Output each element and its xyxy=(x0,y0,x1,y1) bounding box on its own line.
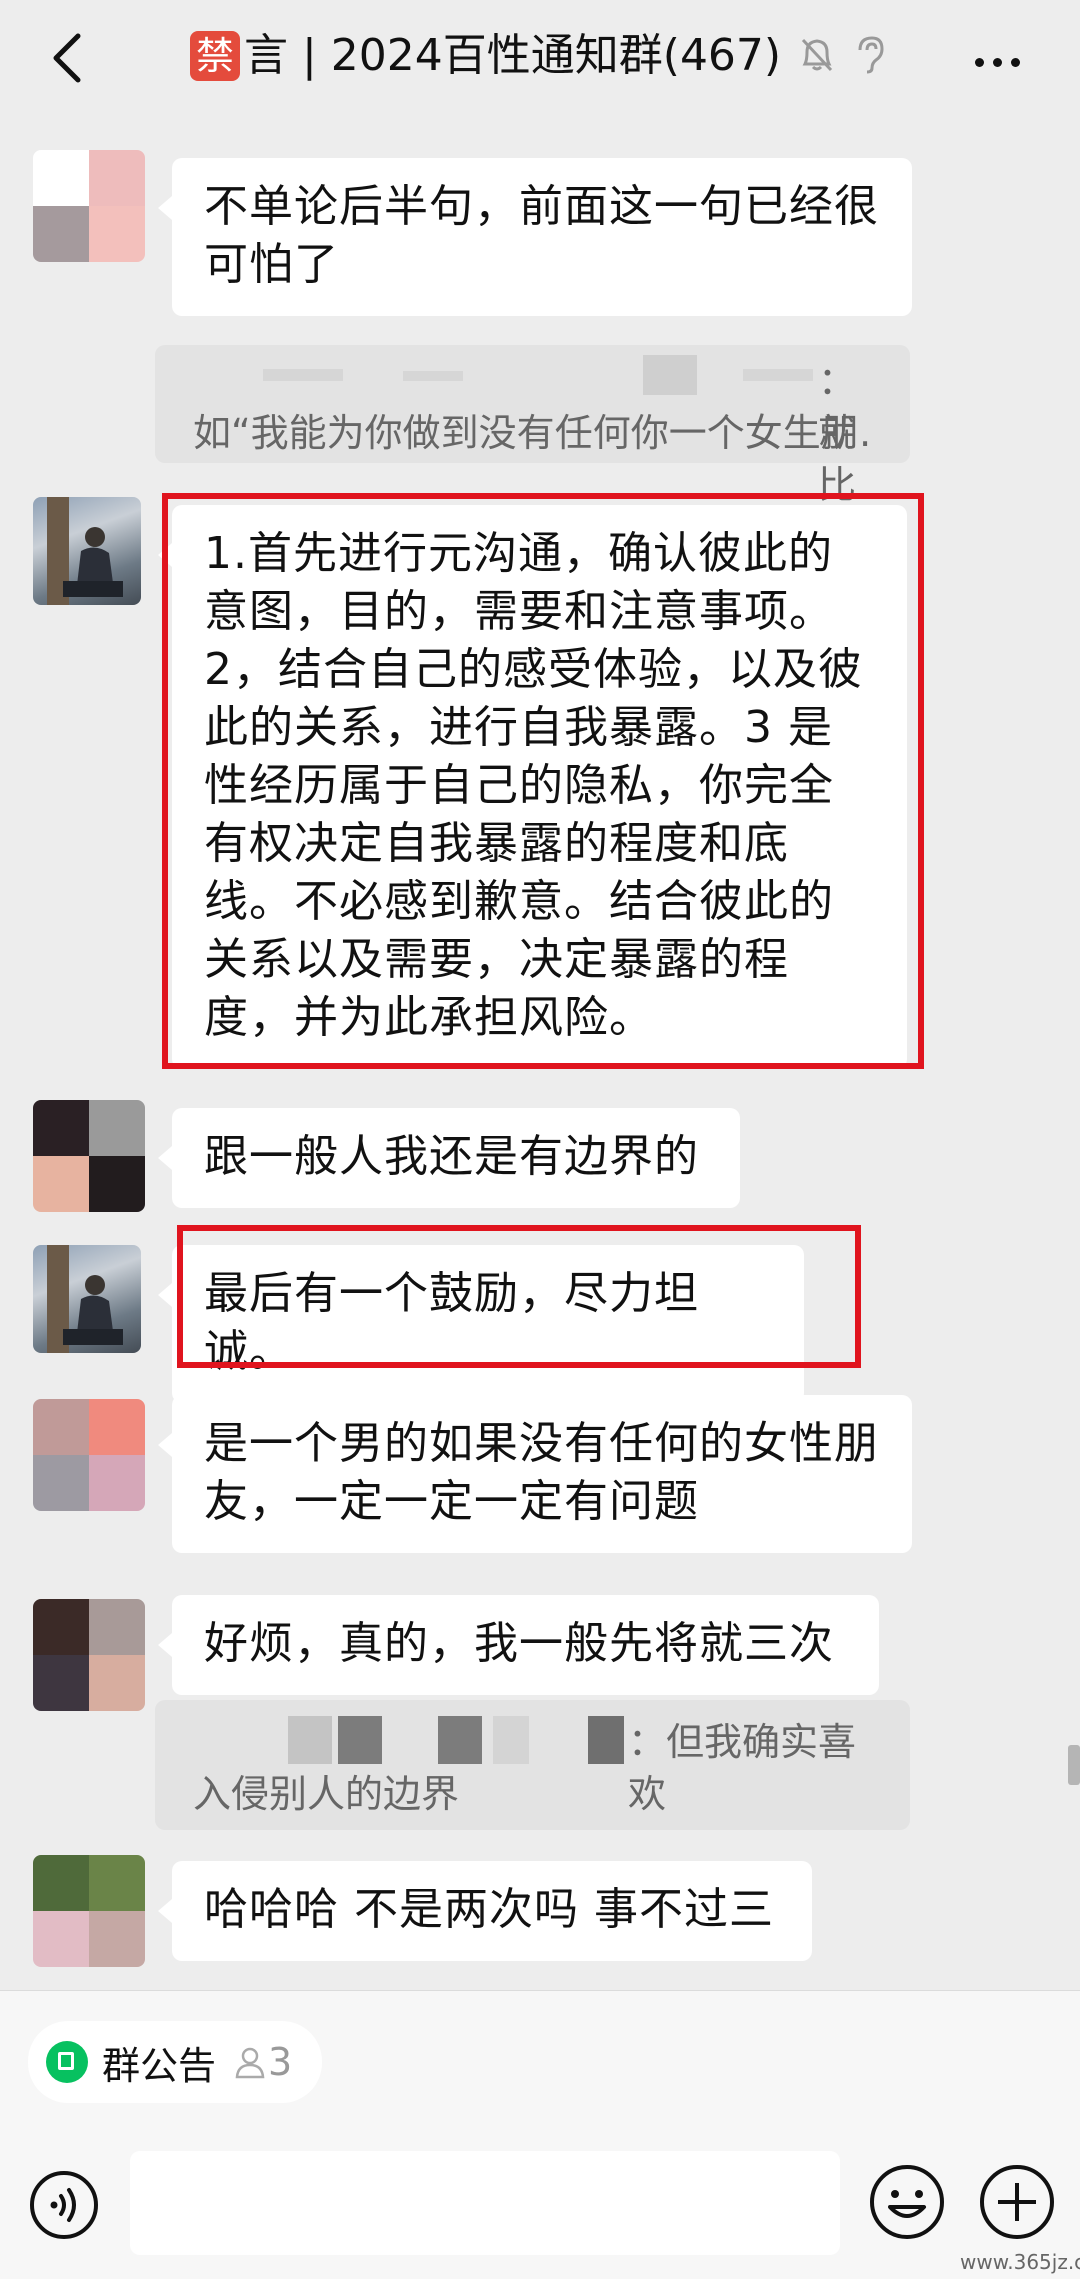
avatar[interactable] xyxy=(33,1599,145,1711)
quote-suffix: ：但我确实喜欢 xyxy=(628,1720,857,1816)
quote-suffix: ：就比 xyxy=(818,359,857,507)
group-notice-label: 群公告 xyxy=(102,2043,217,2088)
quote-header: ：就比 xyxy=(193,355,872,507)
chat-title-text: 言 | 2024百性通知群(467) xyxy=(244,30,782,81)
voice-icon[interactable] xyxy=(28,2169,100,2241)
input-area: 群公告 3 xyxy=(0,1990,1080,2279)
avatar[interactable] xyxy=(33,1100,145,1212)
message-bubble[interactable]: 是一个男的如果没有任何的女性朋友，一定一定一定有问题 xyxy=(158,1395,912,1553)
notice-count: 3 xyxy=(268,2040,293,2084)
mute-bell-icon xyxy=(801,38,833,72)
avatar[interactable] xyxy=(33,497,141,605)
message-input[interactable] xyxy=(130,2151,840,2255)
ban-badge: 禁 xyxy=(190,31,240,81)
chat-title: 禁 言 | 2024百性通知群(467) xyxy=(190,26,781,86)
person-icon xyxy=(235,2047,265,2079)
person-photo-icon xyxy=(47,1245,123,1353)
quote-block[interactable]: ：但我确实喜欢 入侵别人的边界 xyxy=(155,1700,910,1830)
highlight-frame xyxy=(177,1225,861,1368)
member-count: 3 xyxy=(232,2040,292,2084)
group-notice-chip[interactable]: 群公告 3 xyxy=(28,2021,323,2103)
message-bubble[interactable]: 哈哈哈 不是两次吗 事不过三 xyxy=(158,1861,812,1961)
message-bubble[interactable]: 不单论后半句，前面这一句已经很可怕了 xyxy=(158,158,912,316)
notice-icon xyxy=(46,2041,88,2083)
highlight-frame xyxy=(162,493,924,1069)
more-icon[interactable] xyxy=(975,52,1035,67)
back-arrow-icon[interactable] xyxy=(40,28,100,88)
avatar[interactable] xyxy=(33,150,145,262)
ear-icon xyxy=(858,36,884,74)
avatar[interactable] xyxy=(33,1855,145,1967)
message-bubble[interactable]: 好烦，真的，我一般先将就三次 xyxy=(158,1595,879,1695)
emoji-icon[interactable] xyxy=(868,2163,946,2241)
quote-text: 如“我能为你做到没有任何你一个女生朋… xyxy=(193,411,872,455)
quote-header: ：但我确实喜欢 xyxy=(193,1716,872,1816)
avatar[interactable] xyxy=(33,1245,141,1353)
quote-block[interactable]: ：就比 如“我能为你做到没有任何你一个女生朋… xyxy=(155,345,910,507)
scrollbar[interactable] xyxy=(1068,1745,1080,1785)
person-photo-icon xyxy=(47,497,123,605)
chat-header: 禁 言 | 2024百性通知群(467) xyxy=(0,0,1080,110)
plus-icon[interactable] xyxy=(978,2163,1056,2241)
avatar[interactable] xyxy=(33,1399,145,1511)
watermark: www.365jz.com xyxy=(960,2250,1080,2274)
message-bubble[interactable]: 跟一般人我还是有边界的 xyxy=(158,1108,740,1208)
